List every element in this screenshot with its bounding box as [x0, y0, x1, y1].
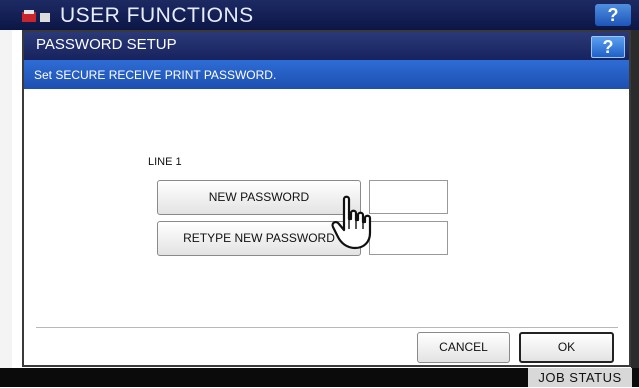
instruction-bar: Set SECURE RECEIVE PRINT PASSWORD.	[24, 60, 629, 89]
new-password-field[interactable]	[369, 180, 448, 214]
cancel-button[interactable]: CANCEL	[417, 332, 510, 363]
instruction-text: Set SECURE RECEIVE PRINT PASSWORD.	[34, 68, 277, 82]
job-status-button[interactable]: JOB STATUS	[528, 368, 632, 387]
user-functions-icon	[22, 10, 50, 22]
retype-password-field[interactable]	[369, 221, 448, 255]
app-left-panel	[0, 30, 12, 387]
line-label: LINE 1	[148, 156, 182, 168]
password-setup-dialog: PASSWORD SETUP ? Set SECURE RECEIVE PRIN…	[22, 30, 631, 367]
app-help-button[interactable]: ?	[595, 4, 631, 26]
app-header: USER FUNCTIONS ?	[0, 0, 639, 30]
dialog-title-bar: PASSWORD SETUP ?	[24, 32, 629, 60]
app-title: USER FUNCTIONS	[60, 4, 254, 27]
divider	[36, 327, 618, 328]
dialog-title: PASSWORD SETUP	[36, 36, 177, 53]
pointing-hand-icon	[331, 195, 372, 250]
ok-button[interactable]: OK	[519, 332, 614, 363]
dialog-help-button[interactable]: ?	[591, 36, 625, 58]
app-right-edge	[631, 30, 639, 368]
